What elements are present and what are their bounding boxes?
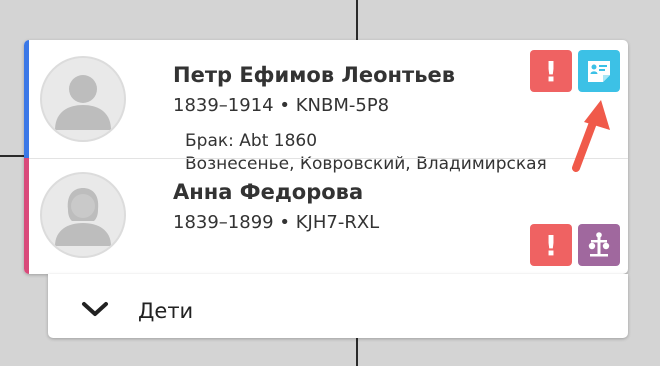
record-card-icon — [588, 61, 610, 82]
wife-lifespan: 1839–1899 — [173, 212, 274, 233]
husband-record-badge[interactable] — [578, 50, 620, 92]
children-expander[interactable]: Дети — [48, 274, 628, 338]
tree-connector-left — [0, 155, 24, 157]
separator-dot: • — [279, 95, 290, 116]
husband-pid[interactable]: KNBM-5P8 — [296, 95, 389, 116]
husband-alert-badge[interactable]: ! — [530, 50, 572, 92]
male-gender-bar — [24, 40, 29, 158]
husband-vitals: 1839–1914 • KNBM-5P8 — [173, 95, 389, 116]
separator-dot: • — [279, 212, 290, 233]
wife-alert-badge[interactable]: ! — [530, 224, 572, 266]
husband-name[interactable]: Петр Ефимов Леонтьев — [173, 63, 455, 87]
husband-lifespan: 1839–1914 — [173, 95, 274, 116]
wife-pid[interactable]: KJH7-RXL — [296, 212, 379, 233]
female-avatar-icon[interactable] — [40, 172, 126, 258]
female-gender-bar — [24, 158, 29, 274]
male-avatar-icon[interactable] — [40, 56, 126, 142]
person-husband[interactable]: Петр Ефимов Леонтьев 1839–1914 • KNBM-5P… — [24, 40, 628, 174]
person-wife[interactable]: Анна Федорова 1839–1899 • KJH7-RXL ! — [24, 158, 628, 274]
tree-connector-top — [356, 0, 358, 40]
alert-icon: ! — [544, 228, 558, 262]
alert-icon: ! — [544, 54, 558, 88]
annotation-arrow-icon — [572, 100, 610, 172]
tree-connector-bottom — [356, 338, 358, 366]
tree-relations-icon — [588, 232, 610, 257]
family-tree-canvas: Петр Ефимов Леонтьев 1839–1914 • KNBM-5P… — [0, 0, 660, 366]
wife-vitals: 1839–1899 • KJH7-RXL — [173, 212, 379, 233]
wife-name[interactable]: Анна Федорова — [173, 180, 363, 204]
children-label: Дети — [138, 299, 194, 323]
marriage-date: Брак: Abt 1860 — [185, 131, 318, 151]
wife-relations-badge[interactable] — [578, 224, 620, 266]
chevron-down-icon — [82, 302, 108, 316]
couple-card: Петр Ефимов Леонтьев 1839–1914 • KNBM-5P… — [24, 40, 628, 274]
